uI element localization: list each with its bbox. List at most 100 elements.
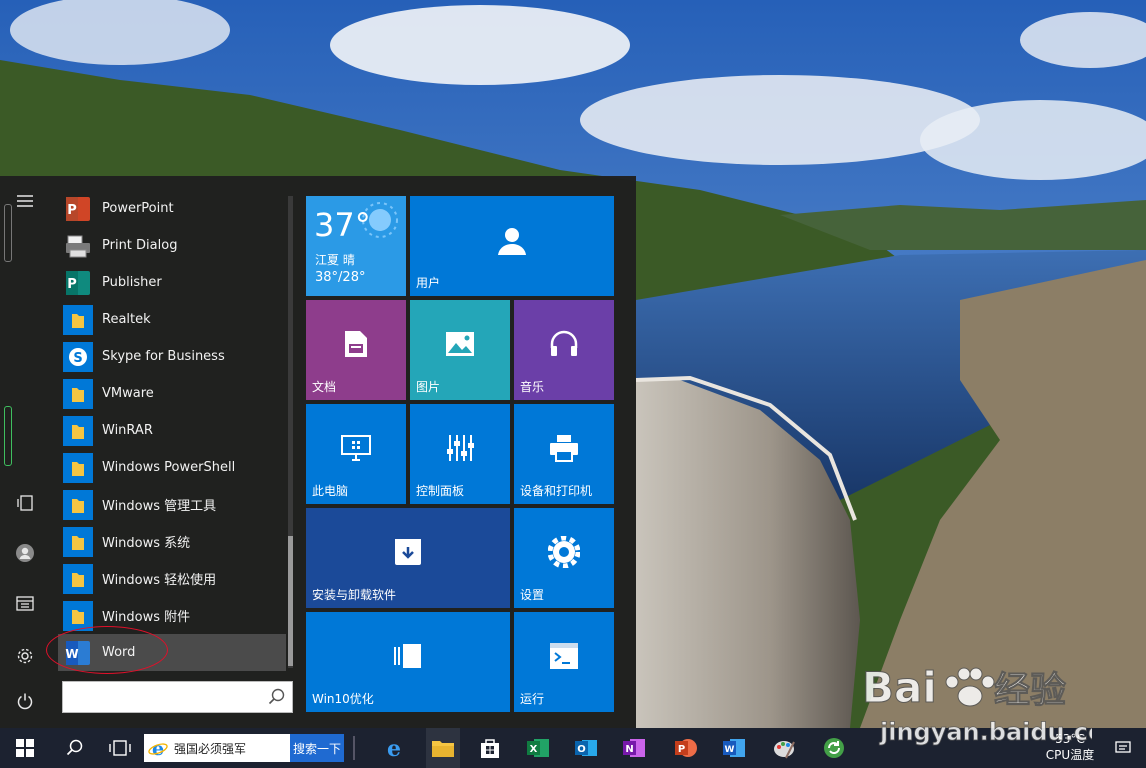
tile-install-uninstall[interactable]: 安装与卸载软件 [306, 508, 510, 608]
ie-search-box[interactable]: e 强国必须强军 [144, 734, 290, 762]
refresh-icon [824, 738, 844, 758]
folder-icon [432, 741, 454, 757]
user-avatar-icon[interactable] [0, 536, 50, 570]
app-list-scrollbar[interactable] [288, 196, 293, 668]
tile-pictures[interactable]: 图片 [410, 300, 510, 400]
scrollbar-thumb[interactable] [288, 536, 293, 666]
tile-music[interactable]: 音乐 [514, 300, 614, 400]
weather-range: 38°/28° [315, 270, 366, 285]
app-item-windows-system[interactable]: Windows 系统 [58, 523, 286, 560]
start-search-box[interactable] [62, 681, 293, 713]
app-item-publisher[interactable]: P Publisher [58, 264, 286, 301]
start-search-input[interactable] [67, 685, 261, 711]
folder-icon [63, 563, 93, 594]
search-icon[interactable] [268, 688, 286, 710]
tile-label: 图片 [416, 380, 441, 394]
app-item-windows-powershell[interactable]: Windows PowerShell [58, 449, 286, 486]
taskbar-outlook[interactable]: O [570, 728, 602, 768]
tile-label: 设备和打印机 [520, 484, 593, 498]
task-view-button[interactable] [104, 728, 136, 768]
taskbar-divider [352, 728, 356, 768]
internet-explorer-icon: e [148, 738, 168, 758]
app-label: VMware [102, 386, 154, 401]
taskbar: e 强国必须强军 搜索一下 e X O N P W 53°C CPU温度 [0, 728, 1146, 768]
weather-location: 江夏 晴 [315, 253, 355, 267]
taskbar-file-explorer[interactable] [426, 728, 460, 768]
publisher-icon: P [63, 268, 93, 298]
tile-run[interactable]: 运行 [514, 612, 614, 712]
taskbar-powerpoint[interactable]: P [670, 728, 702, 768]
tile-weather[interactable]: 37° 江夏 晴 38°/28° [306, 196, 406, 296]
folder-icon [63, 526, 93, 557]
folder-icon [63, 378, 93, 409]
word-icon: W [723, 739, 745, 757]
app-label: PowerPoint [102, 201, 174, 216]
svg-text:e: e [152, 738, 164, 758]
tile-this-pc[interactable]: 此电脑 [306, 404, 406, 504]
outlook-icon: O [575, 740, 597, 756]
svg-text:e: e [387, 736, 401, 760]
app-label: Skype for Business [102, 349, 225, 364]
tile-user[interactable]: 用户 [410, 196, 614, 296]
start-button[interactable] [10, 728, 40, 768]
tile-settings[interactable]: 设置 [514, 508, 614, 608]
taskbar-onenote[interactable]: N [618, 728, 650, 768]
taskbar-excel[interactable]: X [522, 728, 554, 768]
taskbar-word[interactable]: W [718, 728, 750, 768]
tile-label: 设置 [520, 588, 545, 602]
app-item-winrar[interactable]: WinRAR [58, 412, 286, 449]
tile-label: 用户 [416, 276, 441, 290]
powerpoint-icon: P [63, 194, 93, 224]
svg-text:W: W [725, 745, 735, 755]
tile-label: 安装与卸载软件 [312, 588, 397, 602]
edge-icon: e [387, 736, 401, 760]
rail-scroll-indicator [4, 204, 12, 262]
tablet-mode-icon[interactable] [0, 486, 50, 520]
settings-gear-icon[interactable] [0, 639, 50, 673]
folder-icon [63, 489, 93, 520]
svg-text:N: N [625, 744, 633, 755]
taskbar-search-button[interactable] [60, 728, 90, 768]
tile-documents[interactable]: 文档 [306, 300, 406, 400]
taskbar-store[interactable] [474, 728, 506, 768]
app-item-vmware[interactable]: VMware [58, 375, 286, 412]
app-item-windows-admin-tools[interactable]: Windows 管理工具 [58, 486, 286, 523]
action-center-button[interactable] [1108, 728, 1138, 768]
taskbar-paint[interactable] [768, 728, 800, 768]
windows-logo-icon [16, 739, 34, 757]
app-item-realtek[interactable]: Realtek [58, 301, 286, 338]
app-item-print-dialog[interactable]: Print Dialog [58, 227, 286, 264]
tile-label: 文档 [312, 380, 337, 394]
ie-search-button[interactable]: 搜索一下 [290, 734, 344, 762]
app-label: Windows 附件 [102, 610, 191, 625]
tile-win10-optimize[interactable]: Win10优化 [306, 612, 510, 712]
tile-label: 此电脑 [312, 484, 349, 498]
powerpoint-icon: P [675, 739, 697, 757]
svg-text:O: O [577, 744, 586, 755]
power-icon[interactable] [0, 684, 50, 718]
app-label: Windows 系统 [102, 536, 191, 551]
taskbar-edge[interactable]: e [378, 728, 410, 768]
app-item-windows-ease-of-access[interactable]: Windows 轻松使用 [58, 560, 286, 597]
app-list: P PowerPoint Print Dialog P Publisher Re… [58, 190, 290, 672]
tile-label: Win10优化 [312, 692, 374, 706]
app-item-skype-for-business[interactable]: S Skype for Business [58, 338, 286, 375]
app-label: Print Dialog [102, 238, 178, 253]
tile-devices-printers[interactable]: 设备和打印机 [514, 404, 614, 504]
app-item-windows-accessories[interactable]: Windows 附件 [58, 597, 286, 634]
cpu-temperature-label: CPU温度 [1045, 748, 1095, 762]
paint-palette-icon [774, 741, 795, 759]
svg-text:P: P [67, 277, 77, 292]
app-label: Word [102, 645, 136, 660]
app-item-word[interactable]: W Word [58, 634, 286, 671]
app-item-powerpoint[interactable]: P PowerPoint [58, 190, 286, 227]
file-explorer-icon[interactable] [0, 586, 50, 620]
app-label: Windows PowerShell [102, 460, 236, 475]
tile-control-panel[interactable]: 控制面板 [410, 404, 510, 504]
app-label: WinRAR [102, 423, 153, 438]
app-label: Windows 管理工具 [102, 499, 217, 514]
rail-level-indicator [4, 406, 12, 466]
start-menu-rail [0, 176, 50, 728]
taskbar-refresh-app[interactable] [818, 728, 850, 768]
cpu-temperature-tray[interactable]: 53°C CPU温度 [1040, 728, 1100, 768]
